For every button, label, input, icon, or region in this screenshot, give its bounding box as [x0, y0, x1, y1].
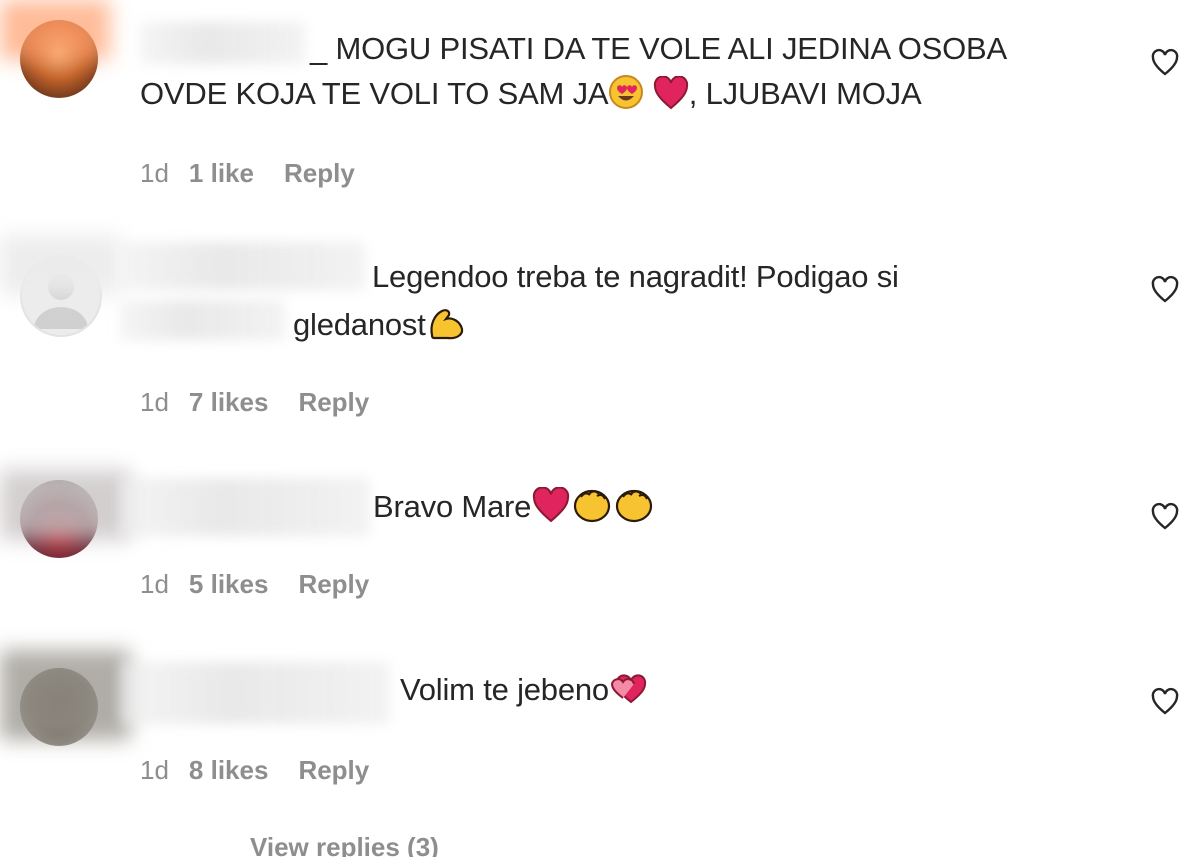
comment-text: gledanost	[293, 303, 466, 352]
timestamp: 1d	[140, 569, 169, 599]
redacted-username	[0, 470, 130, 540]
likes-count[interactable]: 1 like	[189, 158, 254, 189]
redacted-username	[120, 242, 365, 290]
red-heart-emoji	[653, 75, 689, 121]
comment-text: Volim te jebeno	[400, 668, 651, 717]
comments-panel: _ MOGU PISATI DA TE VOLE ALI JEDINA OSOB…	[0, 0, 1200, 857]
comment-text: Bravo Mare	[373, 485, 655, 534]
likes-count[interactable]: 5 likes	[189, 569, 269, 600]
reply-button[interactable]: Reply	[298, 569, 369, 600]
likes-count[interactable]: 8 likes	[189, 755, 269, 786]
two-hearts-emoji	[609, 672, 651, 717]
like-heart-icon[interactable]	[1150, 502, 1180, 532]
redacted-username	[120, 662, 390, 724]
comment-text: OVDE KOJA TE VOLI TO SAM JA , LJUBAVI MO…	[140, 72, 922, 121]
timestamp: 1d	[140, 158, 169, 188]
comment-meta: 1d 1 like Reply	[140, 158, 355, 189]
likes-count[interactable]: 7 likes	[189, 387, 269, 418]
redacted-username	[140, 22, 305, 64]
comment-text: Legendoo treba te nagradit! Podigao si	[372, 259, 899, 294]
redacted-username	[120, 300, 285, 340]
reply-button[interactable]: Reply	[298, 387, 369, 418]
timestamp: 1d	[140, 387, 169, 417]
like-heart-icon[interactable]	[1150, 687, 1180, 717]
clapping-hands-emoji	[571, 485, 613, 534]
timestamp: 1d	[140, 755, 169, 785]
redacted-username	[0, 235, 120, 295]
view-replies-button[interactable]: View replies (3)	[250, 832, 439, 857]
clapping-hands-emoji	[613, 485, 655, 534]
redacted-username	[120, 478, 370, 536]
flexed-biceps-emoji	[426, 305, 466, 352]
comment-meta: 1d 8 likes Reply	[140, 755, 369, 786]
comment-meta: 1d 5 likes Reply	[140, 569, 369, 600]
reply-button[interactable]: Reply	[284, 158, 355, 189]
heart-eyes-emoji	[608, 74, 644, 121]
redacted-username	[0, 650, 130, 740]
like-heart-icon[interactable]	[1150, 48, 1180, 78]
redacted-username	[0, 0, 110, 60]
like-heart-icon[interactable]	[1150, 275, 1180, 305]
comment-meta: 1d 7 likes Reply	[140, 387, 369, 418]
comment-text: _ MOGU PISATI DA TE VOLE ALI JEDINA OSOB…	[310, 31, 1007, 66]
red-heart-emoji	[531, 486, 571, 534]
reply-button[interactable]: Reply	[298, 755, 369, 786]
